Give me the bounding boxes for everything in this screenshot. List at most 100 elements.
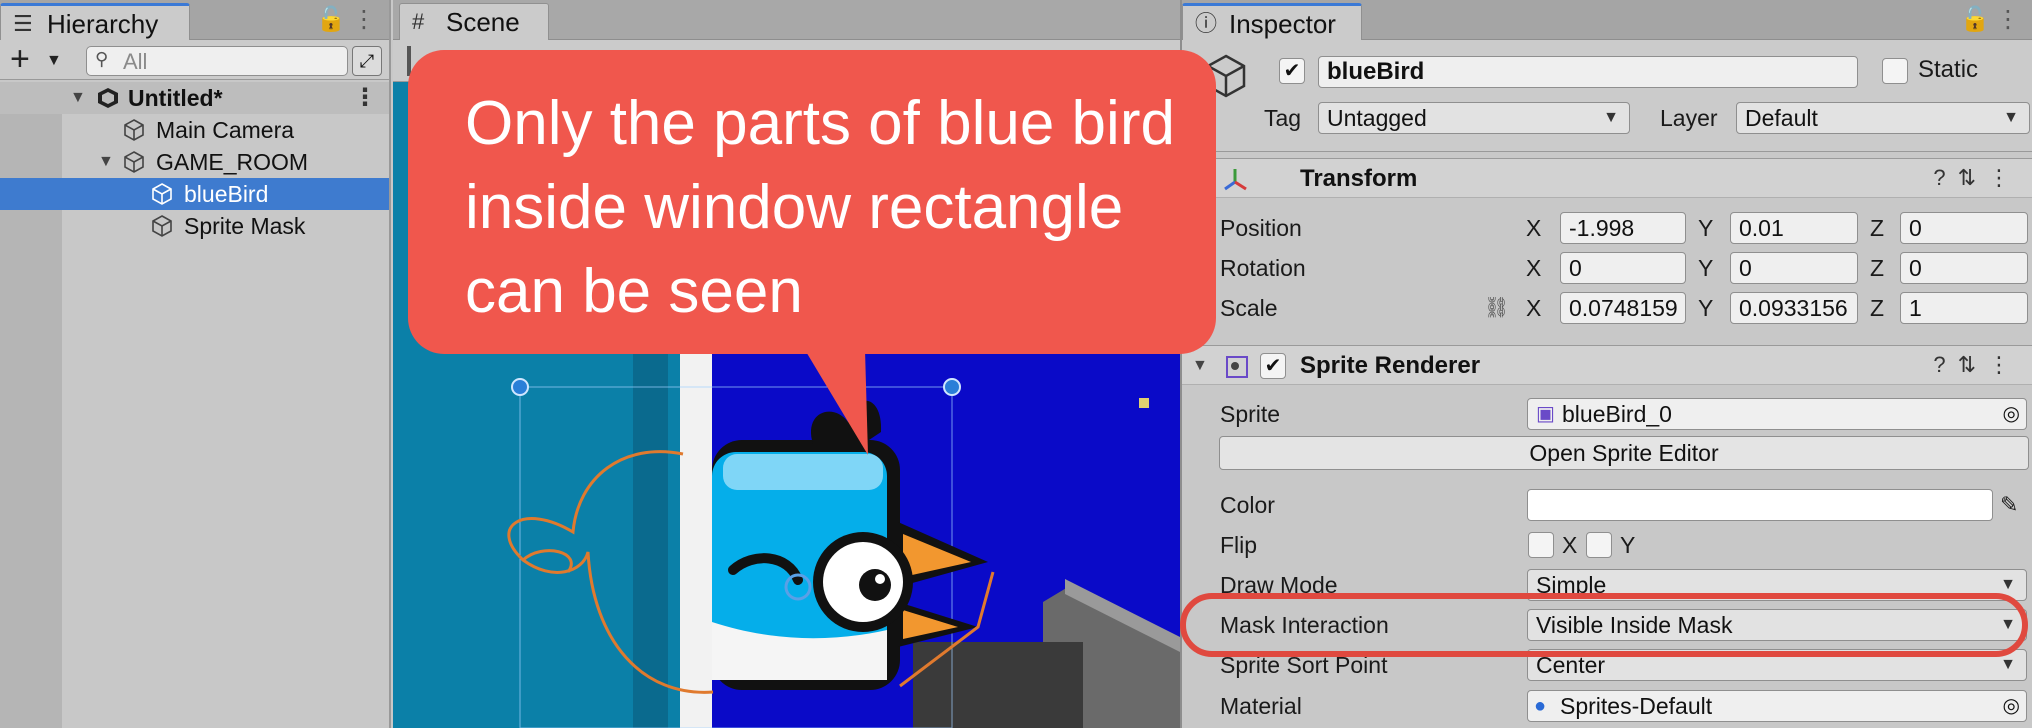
object-picker-icon[interactable]: ◎ (2003, 399, 2020, 429)
tab-scene[interactable]: # Scene (399, 3, 549, 40)
tree-item-game-room[interactable]: ▼ GAME_ROOM (0, 146, 389, 178)
rotation-z-field[interactable]: 0 (1900, 252, 2028, 284)
lock-icon[interactable]: 🔓 (316, 6, 346, 34)
sprite-renderer-header[interactable]: ▼ ✔ Sprite Renderer ?⇅⋮ (1182, 345, 2032, 385)
material-object-field[interactable]: ● Sprites-Default ◎ (1527, 690, 2027, 722)
tree-item-bluebird[interactable]: blueBird (0, 178, 389, 210)
tag-label: Tag (1264, 105, 1302, 131)
hierarchy-tabbar: ☰ Hierarchy 🔓 ⋮ (0, 0, 389, 40)
sprite-sort-point-label: Sprite Sort Point (1220, 652, 1388, 678)
eyedropper-icon[interactable]: ✎ (2000, 489, 2018, 521)
scale-z-field[interactable]: 1 (1900, 292, 2028, 324)
lock-icon[interactable]: 🔓 (1960, 6, 1990, 34)
position-y-field[interactable]: 0.01 (1730, 212, 1858, 244)
position-z-field[interactable]: 0 (1900, 212, 2028, 244)
scale-x-value: 0.0748159 (1569, 295, 1678, 321)
tree-item-sprite-mask[interactable]: Sprite Mask (0, 210, 389, 242)
layer-dropdown[interactable]: Default ▼ (1736, 102, 2030, 134)
axis-y-label: Y (1698, 215, 1714, 241)
scene-gizmo-dot (1139, 398, 1149, 408)
static-checkbox[interactable] (1882, 58, 1908, 84)
add-object-button[interactable]: + ▼ (10, 42, 66, 76)
tree-item-label: Main Camera (156, 117, 295, 143)
transform-title: Transform (1300, 165, 1418, 192)
mask-interaction-value: Visible Inside Mask (1536, 612, 1733, 638)
static-label: Static (1918, 56, 1979, 83)
tab-scene-label: Scene (446, 7, 520, 37)
object-picker-icon[interactable]: ◎ (2003, 691, 2020, 721)
hierarchy-panel: ☰ Hierarchy 🔓 ⋮ + ▼ ⚲ All ⤢ ▼ Untitled* ⋮ (0, 0, 391, 728)
scene-row[interactable]: ▼ Untitled* ⋮ (0, 82, 389, 114)
sprite-object-field[interactable]: ▣ blueBird_0 ◎ (1527, 398, 2027, 430)
search-placeholder: All (123, 49, 148, 74)
tree-item-label: GAME_ROOM (156, 149, 309, 175)
flip-y-checkbox[interactable] (1586, 532, 1612, 558)
open-sprite-editor-button[interactable]: Open Sprite Editor (1219, 436, 2029, 470)
object-name-field[interactable]: blueBird (1318, 56, 1858, 88)
active-checkbox[interactable]: ✔ (1279, 58, 1305, 84)
color-field[interactable] (1527, 489, 1993, 521)
sprite-label: Sprite (1220, 401, 1281, 427)
link-broken-icon[interactable]: ⛓ (1484, 292, 1509, 324)
scale-x-field[interactable]: 0.0748159 (1560, 292, 1686, 324)
chevron-down-icon: ▼ (46, 52, 62, 69)
axis-x-label: X (1526, 255, 1542, 281)
layer-label: Layer (1660, 105, 1718, 131)
search-icon: ⚲ (95, 49, 109, 69)
rotation-x-value: 0 (1569, 255, 1582, 281)
transform-header[interactable]: Transform ?⇅⋮ (1182, 158, 2032, 198)
gameobject-cube-icon (152, 215, 172, 237)
list-icon: ☰ (13, 11, 33, 36)
tab-hierarchy[interactable]: ☰ Hierarchy (0, 3, 190, 40)
gameobject-cube-icon (152, 183, 172, 205)
draw-mode-dropdown[interactable]: Simple ▼ (1527, 569, 2027, 601)
tree-item-main-camera[interactable]: Main Camera (0, 114, 389, 146)
mask-interaction-dropdown[interactable]: Visible Inside Mask ▼ (1527, 609, 2027, 641)
callout-text: Only the parts of blue bird inside windo… (465, 89, 1175, 326)
bird-highlight (723, 454, 883, 490)
rect-handle-top-left[interactable] (511, 378, 529, 396)
rotation-y-field[interactable]: 0 (1730, 252, 1858, 284)
kebab-menu-icon[interactable]: ⋮ (353, 82, 377, 114)
rect-handle-top-right[interactable] (943, 378, 961, 396)
rotation-z-value: 0 (1909, 255, 1922, 281)
material-sphere-icon: ● (1534, 695, 1547, 717)
expand-arrow-icon[interactable]: ▼ (70, 82, 86, 114)
scale-z-value: 1 (1909, 295, 1922, 321)
transform-axes-icon (1224, 169, 1247, 191)
tag-value: Untagged (1327, 105, 1427, 131)
flip-y-label: Y (1620, 532, 1636, 558)
component-menu-icons[interactable]: ?⇅⋮ (1933, 165, 2022, 191)
sprite-value: blueBird_0 (1562, 401, 1672, 427)
kebab-menu-icon[interactable]: ⋮ (350, 6, 378, 34)
axis-z-label: Z (1870, 255, 1885, 281)
scale-y-field[interactable]: 0.0933156 (1730, 292, 1858, 324)
foldout-arrow-icon[interactable]: ▼ (1192, 346, 1208, 386)
grid-icon: # (412, 9, 425, 34)
sprite-renderer-enabled-checkbox[interactable]: ✔ (1260, 353, 1286, 379)
tab-inspector[interactable]: ⓘ Inspector (1182, 3, 1362, 40)
open-sprite-editor-label: Open Sprite Editor (1529, 440, 1719, 466)
rotation-label: Rotation (1220, 255, 1306, 281)
gameobject-cube-icon (124, 119, 144, 141)
position-x-value: -1.998 (1569, 215, 1635, 241)
chevron-down-icon: ▼ (2003, 109, 2019, 126)
tree-item-label: blueBird (184, 181, 269, 207)
expand-arrow-icon[interactable]: ▼ (98, 146, 114, 178)
tab-hierarchy-label: Hierarchy (47, 9, 159, 39)
scene-tabbar: # Scene (393, 0, 1180, 40)
sprite-renderer-icon (1226, 356, 1248, 378)
tag-dropdown[interactable]: Untagged ▼ (1318, 102, 1630, 134)
component-menu-icons[interactable]: ?⇅⋮ (1933, 352, 2022, 378)
position-x-field[interactable]: -1.998 (1560, 212, 1686, 244)
search-mode-button[interactable]: ⤢ (352, 46, 382, 76)
gameobject-header: ✔ blueBird Static Tag Untagged ▼ Layer De… (1182, 40, 2032, 152)
material-value: Sprites-Default (1560, 693, 1713, 719)
sprite-sort-point-dropdown[interactable]: Center ▼ (1527, 649, 2027, 681)
search-input[interactable]: ⚲ All (86, 46, 348, 76)
scale-y-value: 0.0933156 (1739, 295, 1848, 321)
kebab-menu-icon[interactable]: ⋮ (1994, 6, 2022, 34)
flip-x-checkbox[interactable] (1528, 532, 1554, 558)
position-z-value: 0 (1909, 215, 1922, 241)
rotation-x-field[interactable]: 0 (1560, 252, 1686, 284)
